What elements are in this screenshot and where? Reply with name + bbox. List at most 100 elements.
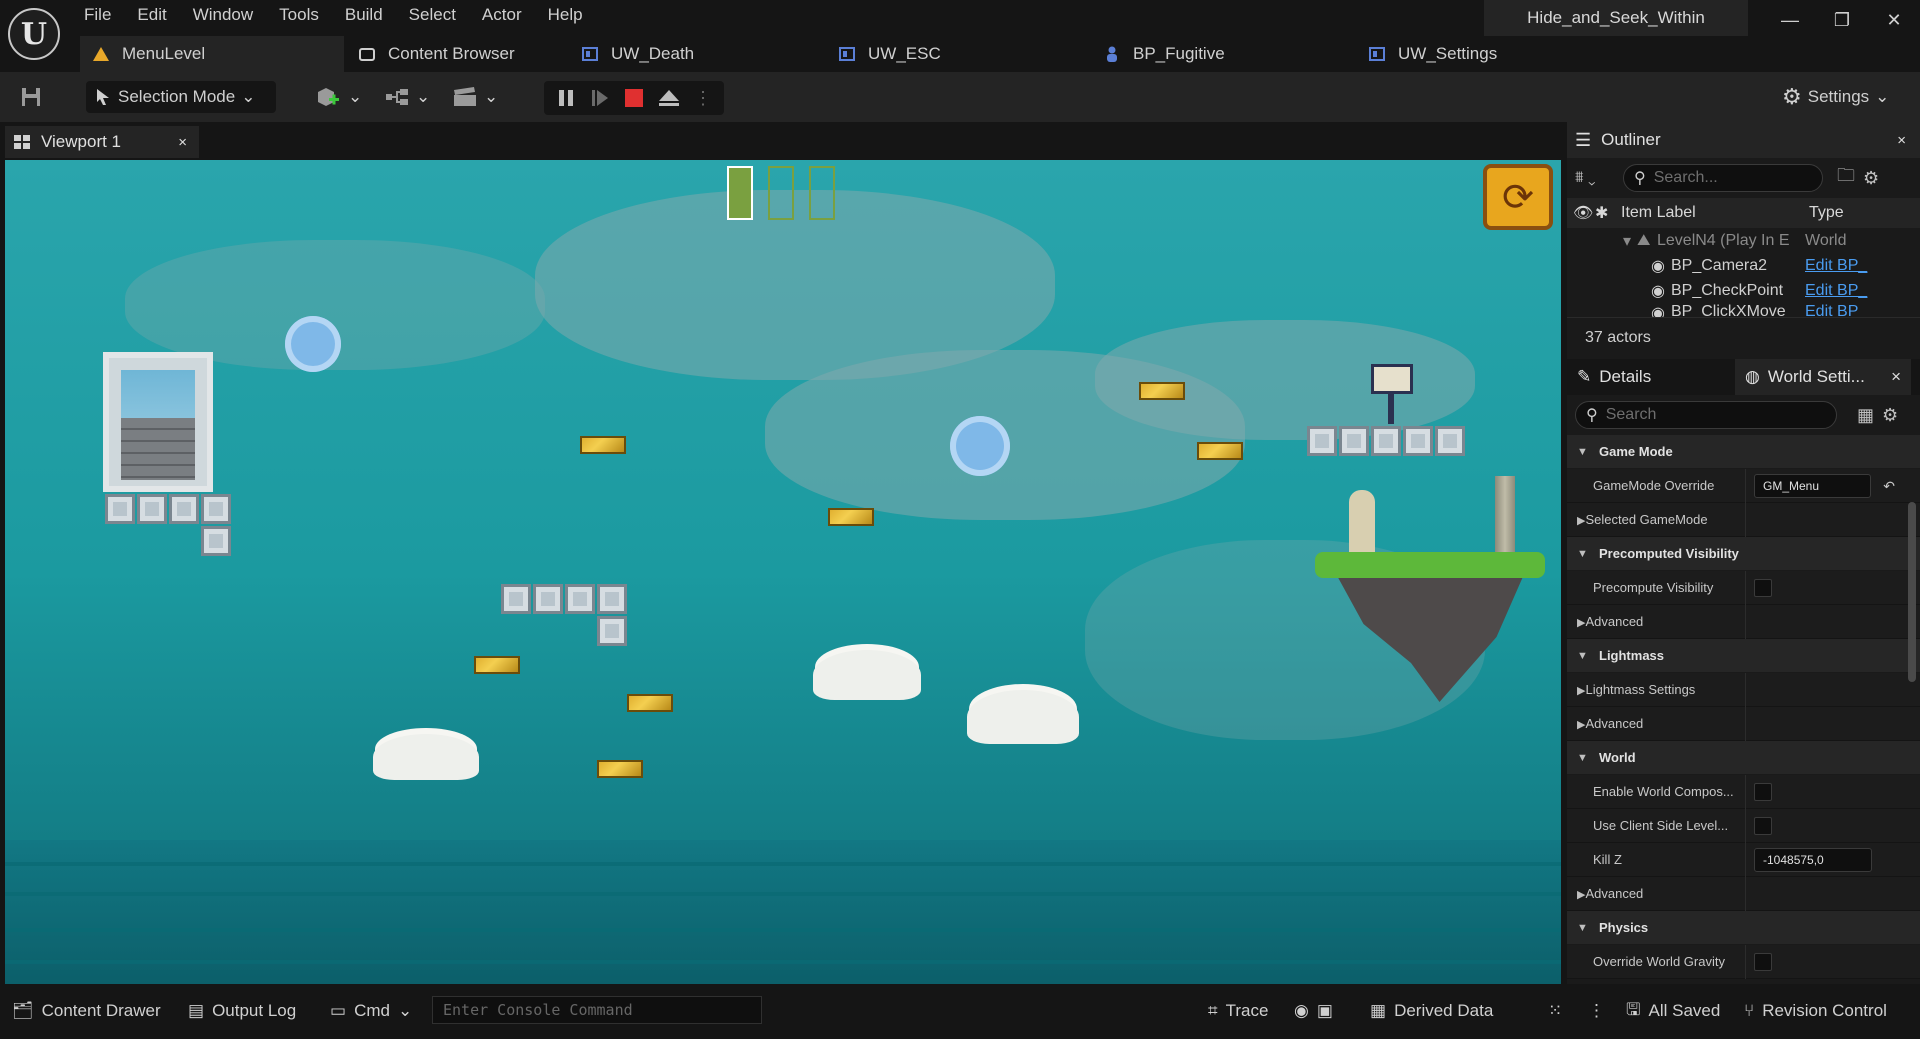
- record-icon[interactable]: ◉: [1294, 1001, 1309, 1021]
- main-toolbar: Selection Mode ⌄ ⌄ ⌄ ⌄ ⋮ ⚙ Settings ⌄: [0, 72, 1920, 122]
- type-column[interactable]: Type: [1809, 204, 1844, 222]
- close-viewport-icon[interactable]: ×: [178, 134, 187, 151]
- collapse-arrow-icon[interactable]: ▼: [1577, 548, 1591, 560]
- stop-icon[interactable]: [624, 88, 644, 108]
- menu-tools[interactable]: Tools: [279, 0, 319, 30]
- subcategory-row[interactable]: ▶Selected GameMode: [1567, 503, 1920, 537]
- collapse-arrow-icon[interactable]: ▼: [1577, 446, 1591, 458]
- category-header[interactable]: ▼ Precomputed Visibility: [1567, 537, 1920, 571]
- cinematics-button[interactable]: ⌄: [452, 81, 498, 113]
- menu-actor[interactable]: Actor: [482, 0, 522, 30]
- category-header[interactable]: ▼ Lightmass: [1567, 639, 1920, 673]
- all-saved-button[interactable]: 🖫 All Saved: [1626, 988, 1720, 1034]
- tree-row-actor[interactable]: ◉ BP_CheckPoint Edit BP_: [1567, 278, 1920, 303]
- restart-scroll-icon[interactable]: ⟳: [1483, 164, 1553, 230]
- tab-details[interactable]: ✎ Details: [1567, 359, 1735, 395]
- content-drawer-button[interactable]: 🗂 Content Drawer: [12, 988, 161, 1034]
- tab-uw-settings[interactable]: UW_Settings: [1354, 36, 1574, 72]
- add-folder-icon[interactable]: 🗀: [1837, 163, 1855, 193]
- category-header[interactable]: ▼ Game Mode: [1567, 435, 1920, 469]
- collapse-arrow-icon[interactable]: ▼: [1577, 752, 1591, 764]
- property-label: ▶Advanced: [1567, 614, 1743, 629]
- minimize-button[interactable]: —: [1764, 0, 1816, 40]
- pin-icon[interactable]: ✱: [1595, 203, 1621, 223]
- close-outliner-icon[interactable]: ×: [1897, 132, 1906, 149]
- stone-block: [1371, 426, 1401, 456]
- expand-arrow-icon[interactable]: ▾: [1567, 231, 1637, 251]
- filter-icon[interactable]: ⩩ ⌄: [1575, 169, 1615, 187]
- cmd-dropdown[interactable]: ▭ Cmd ⌄: [330, 988, 412, 1034]
- tree-row-actor[interactable]: ◉ BP_ClickXMove Edit BP_: [1567, 303, 1920, 317]
- tab-uw-esc[interactable]: UW_ESC: [824, 36, 1089, 72]
- property-value-field[interactable]: -1048575,0: [1754, 848, 1872, 872]
- trace-button[interactable]: ⌗ Trace: [1208, 988, 1268, 1034]
- screenshot-icon[interactable]: ▣: [1317, 1001, 1333, 1021]
- collapse-arrow-icon[interactable]: ▼: [1577, 650, 1591, 662]
- edit-blueprint-link[interactable]: Edit BP_: [1805, 282, 1867, 300]
- tab-uw-death[interactable]: UW_Death: [559, 36, 824, 72]
- menu-file[interactable]: File: [84, 0, 111, 30]
- collapse-arrow-icon[interactable]: ▼: [1577, 922, 1591, 934]
- details-search-input[interactable]: ⚲ Search: [1575, 401, 1837, 429]
- reset-to-default-icon[interactable]: ↶: [1883, 478, 1895, 495]
- derived-data-button[interactable]: ▦ Derived Data: [1370, 988, 1493, 1034]
- menu-help[interactable]: Help: [548, 0, 583, 30]
- gear-icon[interactable]: ⚙: [1882, 405, 1898, 426]
- table-view-icon[interactable]: ▦: [1857, 405, 1874, 426]
- game-viewport[interactable]: ⟳: [5, 160, 1561, 984]
- property-value-field[interactable]: GM_Menu: [1754, 474, 1872, 498]
- more-options-icon[interactable]: ⋮: [1588, 988, 1605, 1034]
- tab-world-settings[interactable]: ◍ World Setti... ×: [1735, 359, 1911, 395]
- property-checkbox[interactable]: [1754, 579, 1772, 597]
- close-world-settings-icon[interactable]: ×: [1891, 367, 1901, 387]
- add-actor-button[interactable]: ⌄: [316, 81, 362, 113]
- tree-row-actor[interactable]: ◉ BP_Camera2 Edit BP_: [1567, 253, 1920, 278]
- category-header[interactable]: ▼ Physics: [1567, 911, 1920, 945]
- blueprints-button[interactable]: ⌄: [384, 81, 430, 113]
- settings-button[interactable]: ⚙ Settings ⌄: [1782, 81, 1889, 113]
- property-value-cell: [1745, 503, 1895, 537]
- visibility-eye-icon[interactable]: 👁: [1567, 203, 1595, 223]
- menu-edit[interactable]: Edit: [137, 0, 166, 30]
- pause-icon[interactable]: [556, 88, 576, 108]
- menu-build[interactable]: Build: [345, 0, 383, 30]
- details-scrollbar[interactable]: [1908, 502, 1916, 682]
- property-checkbox[interactable]: [1754, 817, 1772, 835]
- property-value-cell: [1745, 809, 1895, 843]
- subcategory-row[interactable]: ▶Lightmass Settings: [1567, 673, 1920, 707]
- more-options-icon[interactable]: ⋮: [694, 88, 712, 109]
- revision-control-button[interactable]: ⑂ Revision Control: [1744, 988, 1887, 1034]
- category-header[interactable]: ▼ World: [1567, 741, 1920, 775]
- source-control-menu[interactable]: ⁙: [1548, 988, 1562, 1034]
- save-button[interactable]: [20, 81, 42, 113]
- outliner-icon: ☰: [1575, 129, 1592, 150]
- tab-bp-fugitive[interactable]: BP_Fugitive: [1089, 36, 1354, 72]
- subcategory-row[interactable]: ▶Advanced: [1567, 707, 1920, 741]
- property-checkbox[interactable]: [1754, 953, 1772, 971]
- outliner-search-input[interactable]: ⚲ Search...: [1623, 164, 1823, 192]
- selection-mode-dropdown[interactable]: Selection Mode ⌄: [86, 81, 276, 113]
- item-label-column[interactable]: Item Label: [1621, 204, 1809, 222]
- property-row: Use Client Side Level...: [1567, 809, 1920, 843]
- tab-menulevel[interactable]: MenuLevel: [80, 36, 344, 72]
- console-command-input[interactable]: Enter Console Command: [432, 996, 762, 1024]
- property-checkbox[interactable]: [1754, 783, 1772, 801]
- gear-icon[interactable]: ⚙: [1863, 168, 1879, 189]
- restore-button[interactable]: ❐: [1816, 0, 1868, 40]
- output-log-button[interactable]: ▤ Output Log: [188, 988, 296, 1034]
- menu-window[interactable]: Window: [193, 0, 253, 30]
- subcategory-row[interactable]: ▶Advanced: [1567, 877, 1920, 911]
- right-panel: ☰ Outliner × ⩩ ⌄ ⚲ Search... 🗀 ⚙ 👁 ✱ Ite…: [1567, 122, 1920, 984]
- edit-blueprint-link[interactable]: Edit BP_: [1805, 257, 1867, 275]
- tab-viewport-1[interactable]: Viewport 1 ×: [5, 126, 199, 158]
- step-frame-icon[interactable]: [590, 88, 610, 108]
- subcategory-row[interactable]: ▶Advanced: [1567, 605, 1920, 639]
- tab-content-browser[interactable]: Content Browser: [344, 36, 559, 72]
- edit-blueprint-link[interactable]: Edit BP_: [1805, 303, 1867, 317]
- unreal-logo-icon[interactable]: U: [8, 8, 60, 60]
- tree-row-world[interactable]: ▾ ⛰ LevelN4 (Play In E World: [1567, 228, 1920, 253]
- eject-icon[interactable]: [658, 88, 680, 108]
- close-window-button[interactable]: ✕: [1868, 0, 1920, 40]
- property-label: ▶Advanced: [1567, 886, 1743, 901]
- menu-select[interactable]: Select: [409, 0, 456, 30]
